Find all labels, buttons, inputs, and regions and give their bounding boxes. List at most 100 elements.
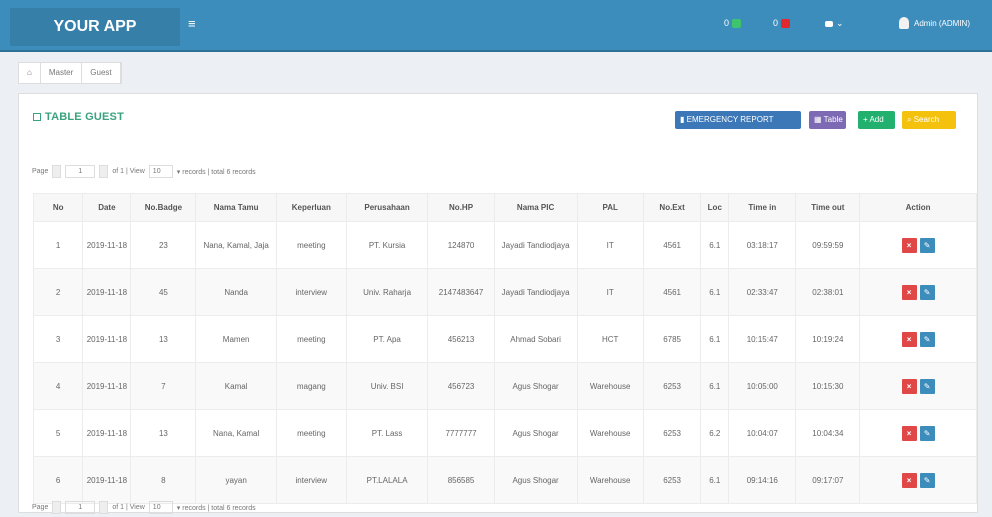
col-no-ext[interactable]: No.Ext — [642, 193, 702, 222]
app-logo[interactable]: YOUR APP — [10, 8, 180, 46]
cell-nama-tamu: Kamal — [195, 362, 277, 410]
col-time-out[interactable]: Time out — [795, 193, 861, 222]
alerts-badge-icon — [781, 18, 791, 28]
table-button[interactable]: ▦ Table — [809, 111, 846, 129]
cell-keperluan: interview — [275, 268, 347, 316]
cell-loc: 6.1 — [700, 315, 730, 363]
edit-icon[interactable]: ✎ — [919, 237, 935, 253]
cell-time-out: 09:17:07 — [795, 456, 861, 504]
search-button-label: Search — [913, 115, 940, 124]
cell-nama-tamu: yayan — [195, 456, 277, 504]
cell-date: 2019-11-18 — [82, 409, 132, 457]
cell-no-ext: 6253 — [642, 409, 702, 457]
row-actions: × ✎ — [901, 284, 935, 300]
cell-time-out: 09:59:59 — [795, 221, 861, 269]
edit-icon[interactable]: ✎ — [919, 284, 935, 300]
edit-icon[interactable]: ✎ — [919, 378, 935, 394]
cell-no: 4 — [32, 362, 84, 410]
emergency-report-button[interactable]: ▮ EMERGENCY REPORT — [675, 111, 801, 129]
cell-action: × ✎ — [859, 315, 977, 363]
breadcrumb: ⌂ Master Guest — [18, 62, 122, 84]
cell-no: 2 — [32, 268, 84, 316]
col-no[interactable]: No — [32, 193, 84, 222]
cell-date: 2019-11-18 — [82, 268, 132, 316]
prev-page-button[interactable] — [52, 165, 62, 178]
cell-keperluan: meeting — [275, 315, 347, 363]
cell-no-ext: 4561 — [642, 268, 702, 316]
cell-date: 2019-11-18 — [82, 315, 132, 363]
cell-nama-pic: Jayadi Tandiodjaya — [493, 268, 578, 316]
delete-icon[interactable]: × — [901, 425, 917, 441]
add-button[interactable]: + Add — [858, 111, 895, 129]
page-number-input[interactable]: 1 — [65, 165, 96, 178]
home-icon[interactable]: ⌂ — [19, 63, 41, 83]
cell-keperluan: interview — [275, 456, 347, 504]
edit-icon[interactable]: ✎ — [919, 331, 935, 347]
cell-time-out: 10:15:30 — [795, 362, 861, 410]
delete-icon[interactable]: × — [901, 237, 917, 253]
col-nama-tamu[interactable]: Nama Tamu — [195, 193, 277, 222]
menu-toggle-icon[interactable]: ≡ — [188, 17, 200, 30]
prev-page-button[interactable] — [52, 501, 62, 514]
records-label: ▾ records | total 6 records — [176, 504, 256, 512]
notification-messages-count: 0 — [724, 18, 730, 28]
col-loc[interactable]: Loc — [700, 193, 730, 222]
cell-pal: HCT — [576, 315, 644, 363]
row-actions: × ✎ — [901, 331, 935, 347]
cell-no-ext: 6785 — [642, 315, 702, 363]
edit-icon[interactable]: ✎ — [919, 425, 935, 441]
delete-icon[interactable]: × — [901, 331, 917, 347]
language-menu[interactable]: ⌄ — [825, 18, 844, 29]
col-badge[interactable]: No.Badge — [130, 193, 197, 222]
col-time-in[interactable]: Time in — [728, 193, 797, 222]
cell-loc: 6.1 — [700, 221, 730, 269]
cell-time-out: 02:38:01 — [795, 268, 861, 316]
notification-alerts[interactable]: 0 — [773, 18, 791, 28]
col-pal[interactable]: PAL — [576, 193, 644, 222]
delete-icon[interactable]: × — [901, 472, 917, 488]
records-label: ▾ records | total 6 records — [176, 168, 256, 176]
cell-time-in: 10:04:07 — [728, 409, 797, 457]
col-date[interactable]: Date — [82, 193, 132, 222]
cell-time-out: 10:04:34 — [795, 409, 861, 457]
cell-loc: 6.2 — [700, 409, 730, 457]
col-nama-pic[interactable]: Nama PIC — [493, 193, 578, 222]
col-keperluan[interactable]: Keperluan — [275, 193, 347, 222]
user-avatar-icon — [898, 17, 909, 29]
search-button[interactable]: ⌕ Search — [902, 111, 956, 129]
page-number-input[interactable]: 1 — [65, 501, 96, 514]
top-navbar: YOUR APP ≡ 0 0 ⌄ Admin (ADMIN) — [0, 0, 992, 52]
view-count-select[interactable]: 10 — [148, 165, 173, 178]
cell-action: × ✎ — [859, 268, 977, 316]
cell-perusahaan: PT. Kursia — [345, 221, 429, 269]
cell-badge: 13 — [130, 315, 197, 363]
cell-perusahaan: PT.LALALA — [345, 456, 429, 504]
delete-icon[interactable]: × — [901, 378, 917, 394]
edit-icon[interactable]: ✎ — [919, 472, 935, 488]
cell-perusahaan: Univ. BSI — [345, 362, 429, 410]
cell-no: 3 — [32, 315, 84, 363]
cell-no-ext: 6253 — [642, 362, 702, 410]
next-page-button[interactable] — [99, 501, 109, 514]
cell-loc: 6.1 — [700, 456, 730, 504]
cell-no-ext: 4561 — [642, 221, 702, 269]
cell-pal: Warehouse — [576, 362, 644, 410]
col-perusahaan[interactable]: Perusahaan — [345, 193, 429, 222]
col-no-hp[interactable]: No.HP — [427, 193, 495, 222]
cell-badge: 45 — [130, 268, 197, 316]
guest-table: No Date No.Badge Nama Tamu Keperluan Per… — [32, 193, 977, 504]
table-header-row: No Date No.Badge Nama Tamu Keperluan Per… — [32, 193, 977, 222]
breadcrumb-master[interactable]: Master — [41, 63, 83, 83]
cell-perusahaan: Univ. Raharja — [345, 268, 429, 316]
cell-loc: 6.1 — [700, 268, 730, 316]
next-page-button[interactable] — [99, 165, 109, 178]
cell-action: × ✎ — [859, 362, 977, 410]
view-count-select[interactable]: 10 — [148, 501, 173, 514]
emergency-report-label: EMERGENCY REPORT — [686, 115, 774, 124]
user-menu[interactable]: Admin (ADMIN) — [898, 17, 970, 29]
cell-no-ext: 6253 — [642, 456, 702, 504]
cell-badge: 7 — [130, 362, 197, 410]
delete-icon[interactable]: × — [901, 284, 917, 300]
notification-messages[interactable]: 0 — [724, 18, 742, 28]
table-row: 1 2019-11-18 23 Nana, Kamal, Jaja meeting PT.… — [32, 221, 977, 269]
